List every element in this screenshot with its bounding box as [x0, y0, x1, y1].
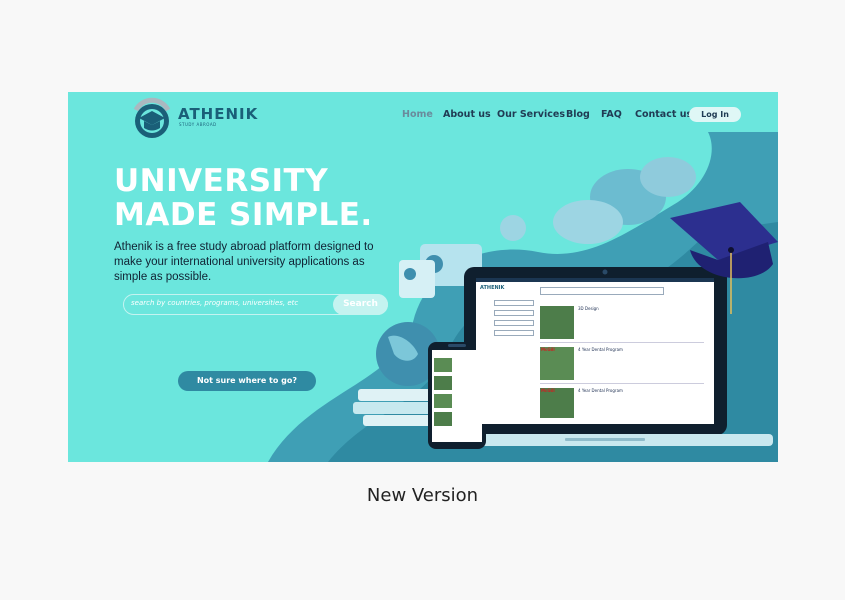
phone-screen	[434, 358, 480, 438]
login-button[interactable]: Log In	[689, 107, 741, 122]
screen-result-row: McGill 4 Year Dental Program	[540, 345, 704, 384]
hero-description: Athenik is a free study abroad platform …	[114, 241, 374, 283]
screen-result-row: 3D Design	[540, 304, 704, 343]
screen-search	[540, 287, 664, 295]
athenik-logo-icon[interactable]	[130, 96, 174, 140]
screen-filters	[494, 300, 534, 350]
screen-brand: ATHENIK	[480, 285, 505, 291]
version-caption: New Version	[366, 485, 479, 506]
nav-about-us[interactable]: About us	[443, 109, 491, 120]
hero-section: ATHENIK 3D Design McGill 4 Year Dental P…	[68, 92, 778, 462]
brand-tagline: STUDY ABROAD	[179, 122, 217, 127]
screen-topbar	[476, 278, 714, 282]
not-sure-where-button[interactable]: Not sure where to go?	[178, 371, 316, 391]
screen-result-row: McGill 4 Year Dental Program	[540, 386, 704, 420]
headline-line-1: UNIVERSITY	[114, 163, 329, 199]
nav-home[interactable]: Home	[402, 109, 433, 120]
search-placeholder: search by countries, programs, universit…	[131, 299, 299, 307]
nav-contact-us[interactable]: Contact us	[635, 109, 692, 120]
nav-blog[interactable]: Blog	[566, 109, 590, 120]
headline-line-2: MADE SIMPLE.	[114, 197, 373, 233]
nav-faq[interactable]: FAQ	[601, 109, 622, 120]
laptop-screen: ATHENIK 3D Design McGill 4 Year Dental P…	[476, 278, 714, 424]
hero-headline: UNIVERSITY MADE SIMPLE.	[114, 164, 373, 232]
brand-name[interactable]: ATHENIK	[178, 105, 258, 123]
search-button[interactable]: Search	[333, 294, 388, 315]
nav-our-services[interactable]: Our Services	[497, 109, 565, 120]
